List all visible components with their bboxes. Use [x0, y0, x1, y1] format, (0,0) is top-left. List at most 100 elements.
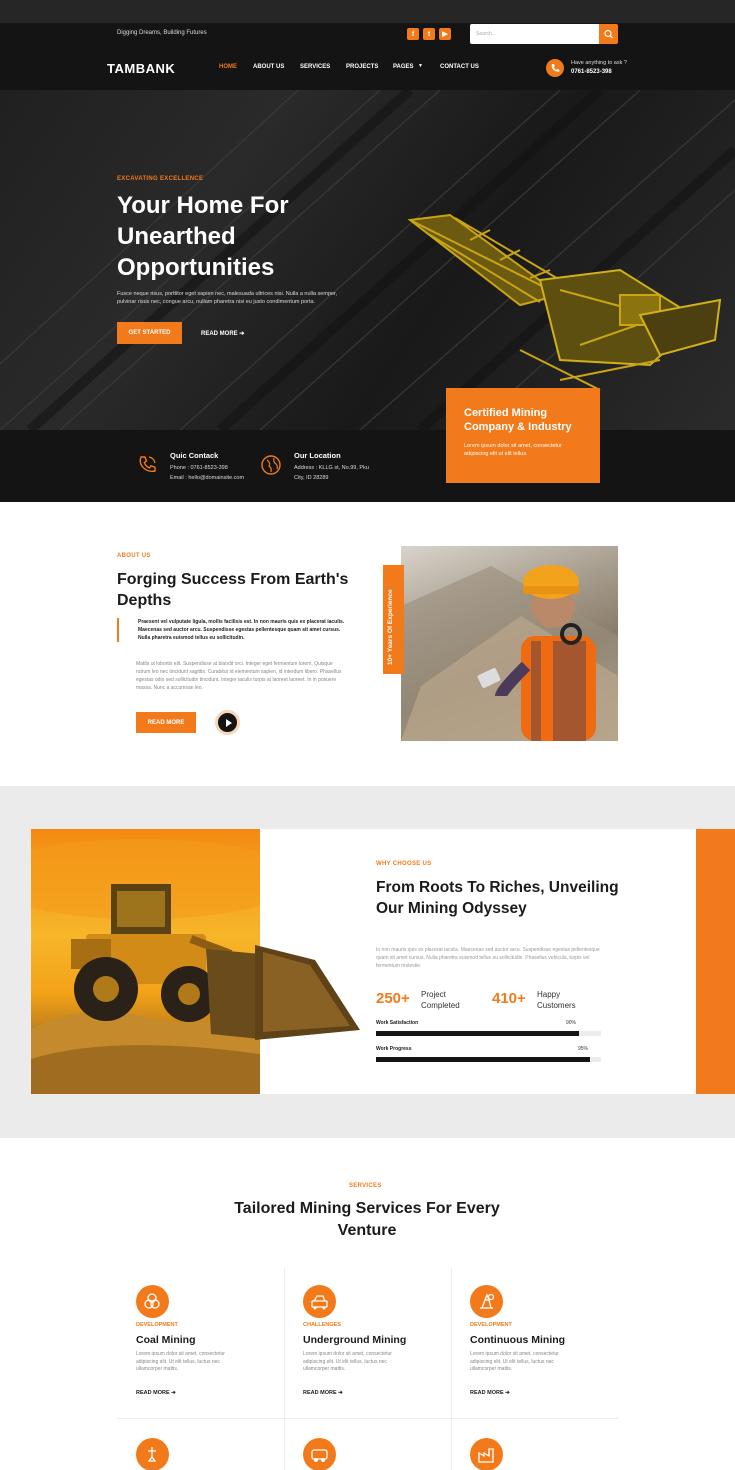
hero-eyebrow: EXCAVATING EXCELLENCE — [117, 176, 204, 182]
bar-satisfaction-fill — [376, 1031, 579, 1036]
bar-satisfaction-percent: 90% — [566, 1020, 577, 1026]
quick-contact-phone[interactable]: Phone : 0761-8523-398 — [170, 465, 228, 471]
arrow-right-icon: ➔ — [171, 1390, 176, 1396]
nav-services[interactable]: SERVICES — [300, 64, 330, 70]
wheel-loader-photo — [31, 829, 260, 1094]
services-divider-row — [117, 1418, 618, 1419]
help-phone[interactable]: 0761-8523-398 — [571, 69, 612, 75]
chevron-down-icon: ▼ — [418, 63, 423, 69]
play-video-icon[interactable] — [215, 710, 240, 735]
underground-mining-icon — [303, 1285, 336, 1318]
get-started-button[interactable]: GET STARTED — [117, 322, 182, 344]
location-globe-icon — [261, 455, 281, 475]
continuous-mining-icon — [470, 1285, 503, 1318]
truck-icon — [303, 1438, 336, 1470]
service-2-read-more[interactable]: READ MORE ➔ — [303, 1390, 343, 1396]
top-bar: Digging Dreams, Building Futures f t ▶ S… — [0, 23, 735, 45]
stat-customers-label-1: Happy — [537, 990, 561, 999]
why-eyebrow: WHY CHOOSE US — [376, 861, 432, 867]
service-2-name[interactable]: Underground Mining — [303, 1334, 406, 1346]
help-question: Have anything to ask ? — [571, 60, 627, 66]
service-3-tag: DEVELOPMENT — [470, 1322, 512, 1328]
bar-progress-track — [376, 1057, 601, 1062]
service-2-text: Lorem ipsum dolor sit amet, consectetur … — [303, 1351, 392, 1372]
nav-home[interactable]: HOME — [219, 64, 237, 70]
certified-text: Lorem ipsum dolor sit amet, consectetur … — [464, 443, 562, 457]
twitter-icon[interactable]: t — [423, 28, 435, 40]
read-more-link[interactable]: READ MORE ➔ — [201, 330, 244, 337]
nav-about[interactable]: ABOUT US — [253, 64, 284, 70]
arrow-right-icon: ➔ — [338, 1390, 343, 1396]
services-divider-2 — [451, 1268, 452, 1470]
about-read-more-button[interactable]: READ MORE — [136, 712, 196, 733]
hero-title: Your Home For Unearthed Opportunities — [117, 192, 289, 281]
factory-icon — [470, 1438, 503, 1470]
service-1-tag: DEVELOPMENT — [136, 1322, 178, 1328]
bar-progress-percent: 95% — [578, 1046, 589, 1052]
hero-text: Fusce neque risus, porttitor eget sapien… — [117, 291, 338, 305]
phone-outline-icon — [139, 456, 156, 472]
quick-contact-title: Quic Contack — [170, 451, 219, 460]
why-accent-stripe — [696, 829, 735, 1094]
logo[interactable]: TAMBANK — [107, 61, 175, 76]
service-1-read-more[interactable]: READ MORE ➔ — [136, 1390, 176, 1396]
services-title: Tailored Mining Services For Every Ventu… — [234, 1200, 500, 1239]
bar-satisfaction-track — [376, 1031, 601, 1036]
service-1-link-label: READ MORE — [136, 1390, 170, 1396]
services-eyebrow: SERVICES — [349, 1183, 382, 1189]
years-experience-text: 10+ Years Of Experience — [387, 589, 394, 665]
years-experience-badge: 10+ Years Of Experience — [383, 565, 404, 674]
search-input[interactable]: Search... — [470, 24, 599, 44]
header-tagline: Digging Dreams, Building Futures — [117, 30, 207, 36]
search-button[interactable] — [599, 24, 618, 44]
arrow-right-icon: ➔ — [505, 1390, 510, 1396]
stat-customers-value: 410+ — [492, 990, 526, 1007]
browser-top-strip — [0, 0, 735, 23]
contact-bar: Quic Contack Phone : 0761-8523-398 Email… — [0, 430, 735, 502]
bar-progress-label: Work Progress — [376, 1046, 412, 1052]
stat-projects-value: 250+ — [376, 990, 410, 1007]
service-3-name[interactable]: Continuous Mining — [470, 1334, 565, 1346]
main-navigation: TAMBANK HOME ABOUT US SERVICES PROJECTS … — [0, 45, 735, 90]
about-text: Mattis ut lobortis elit. Suspendisse at … — [136, 661, 342, 691]
stat-projects-label-1: Project — [421, 990, 446, 999]
bucket-wheel-excavator — [407, 213, 722, 391]
coal-mining-icon — [136, 1285, 169, 1318]
hero-section: EXCAVATING EXCELLENCE Your Home For Unea… — [0, 90, 735, 430]
why-title: From Roots To Riches, Unveiling Our Mini… — [376, 879, 619, 917]
about-eyebrow: ABOUT US — [117, 553, 151, 559]
read-more-label: READ MORE — [201, 331, 238, 337]
nav-pages[interactable]: PAGES — [393, 64, 414, 70]
service-1-name[interactable]: Coal Mining — [136, 1334, 196, 1346]
nav-projects[interactable]: PROJECTS — [346, 64, 378, 70]
about-quote: Praesent vel vulputate ligula, mollis fa… — [117, 618, 347, 642]
nav-contact[interactable]: CONTACT US — [440, 64, 479, 70]
location-title: Our Location — [294, 451, 341, 460]
service-3-link-label: READ MORE — [470, 1390, 504, 1396]
certified-title: Certified Mining Company & Industry — [464, 407, 572, 433]
stat-customers-label-2: Customers — [537, 1001, 576, 1010]
service-2-tag: CHALLENGES — [303, 1322, 341, 1328]
service-3-read-more[interactable]: READ MORE ➔ — [470, 1390, 510, 1396]
loader-bucket — [255, 945, 360, 1040]
facebook-icon[interactable]: f — [407, 28, 419, 40]
bar-satisfaction-label: Work Satisfaction — [376, 1020, 419, 1026]
service-3-text: Lorem ipsum dolor sit amet, consectetur … — [470, 1351, 559, 1372]
worker-photo — [401, 546, 618, 741]
service-2-link-label: READ MORE — [303, 1390, 337, 1396]
youtube-icon[interactable]: ▶ — [439, 28, 451, 40]
location-line-1: Address : KLLG st, No.99, Pku — [294, 465, 369, 471]
stat-projects-label-2: Completed — [421, 1001, 460, 1010]
about-title: Forging Success From Earth's Depths — [117, 571, 349, 609]
services-divider-1 — [284, 1268, 285, 1470]
arrow-right-icon: ➔ — [239, 331, 245, 337]
why-text: In non mauris quis ex placerat iaculis. … — [376, 947, 600, 969]
drilling-icon — [136, 1438, 169, 1470]
certified-card: Certified Mining Company & Industry Lore… — [446, 388, 600, 483]
quick-contact-email[interactable]: Email : hello@domainsite.com — [170, 475, 244, 481]
phone-icon — [546, 59, 564, 77]
location-line-2: City, ID 28289 — [294, 475, 329, 481]
search-icon — [604, 29, 613, 39]
bar-progress-fill — [376, 1057, 590, 1062]
service-1-text: Lorem ipsum dolor sit amet, consectetur … — [136, 1351, 225, 1372]
